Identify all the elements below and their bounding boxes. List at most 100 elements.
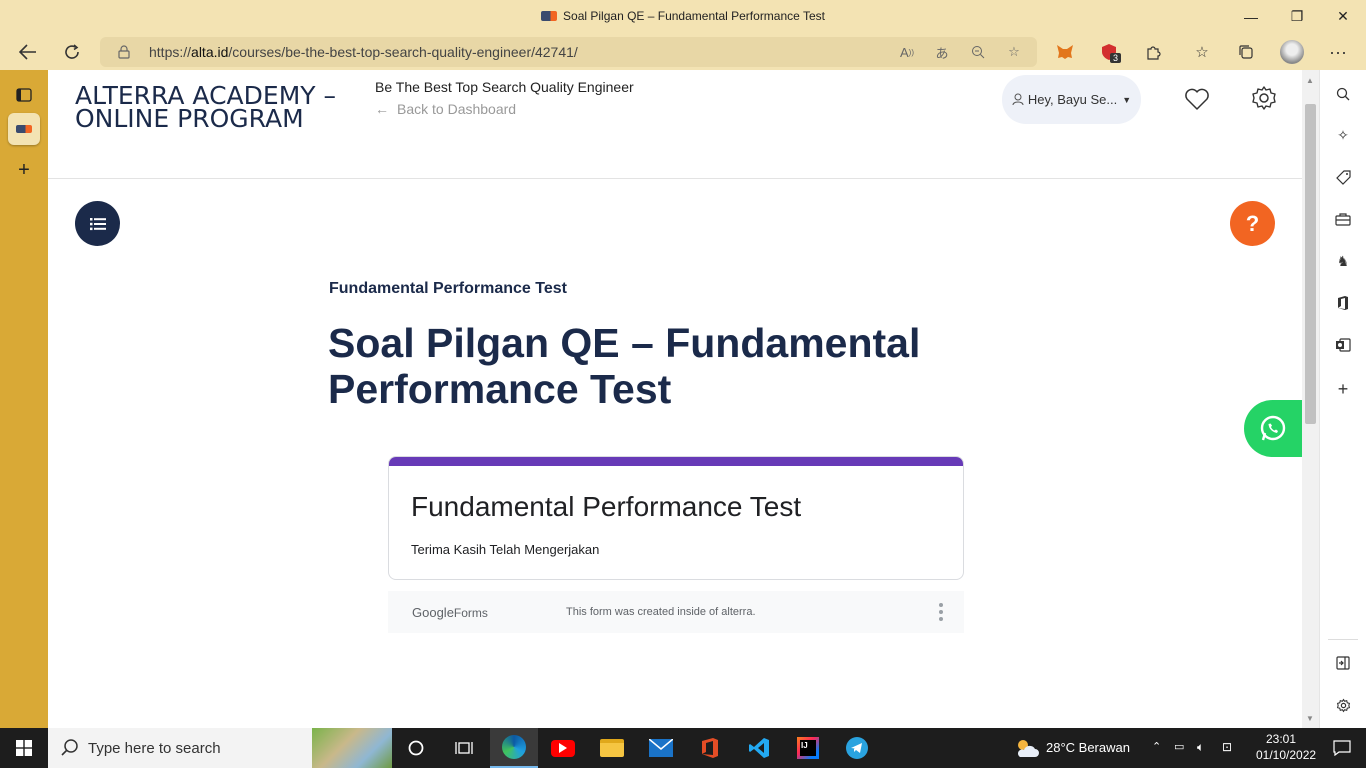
form-more-options-icon[interactable] <box>938 603 944 621</box>
scroll-down-icon[interactable]: ▼ <box>1306 714 1314 723</box>
help-button[interactable]: ? <box>1230 201 1275 246</box>
user-greeting: Hey, Bayu Se... <box>1027 92 1118 107</box>
read-aloud-icon[interactable]: A)) <box>895 41 919 63</box>
forms-wordmark: Forms <box>453 606 488 620</box>
page-title: Soal Pilgan QE – Fundamental Performance… <box>328 320 921 412</box>
course-menu-button[interactable] <box>75 201 120 246</box>
task-view-icon[interactable] <box>440 728 488 768</box>
windows-logo-icon <box>16 740 32 756</box>
back-link-label: Back to Dashboard <box>397 101 517 117</box>
sidebar-discover-icon[interactable]: ✧ <box>1332 124 1354 146</box>
browser-toolbar: https://alta.id/courses/be-the-best-top-… <box>0 33 1366 70</box>
site-favicon-icon <box>541 11 558 21</box>
file-explorer-icon[interactable] <box>588 728 636 768</box>
form-title: Fundamental Performance Test <box>411 491 802 522</box>
settings-gear-icon[interactable] <box>1250 84 1278 112</box>
add-favorite-icon[interactable]: ☆ <box>1002 41 1026 63</box>
close-button[interactable]: ✕ <box>1320 0 1366 33</box>
scrollbar-thumb[interactable] <box>1305 104 1316 424</box>
google-forms-footer: GoogleForms This form was created inside… <box>388 591 964 633</box>
office-app-icon[interactable] <box>686 728 734 768</box>
zoom-out-icon[interactable] <box>966 41 990 63</box>
sidebar-search-icon[interactable] <box>1332 83 1354 105</box>
window-title-text: Soal Pilgan QE – Fundamental Performance… <box>563 9 825 23</box>
more-menu-icon[interactable]: ··· <box>1325 39 1351 65</box>
start-button[interactable] <box>0 728 48 768</box>
youtube-app-icon[interactable] <box>539 728 587 768</box>
site-header: ALTERRA ACADEMY – ONLINE PROGRAM Be The … <box>48 70 1302 179</box>
google-forms-logo[interactable]: GoogleForms <box>412 605 488 620</box>
sidebar-shopping-tag-icon[interactable] <box>1332 166 1354 188</box>
vertical-tabs-strip: + <box>0 70 48 728</box>
sidebar-divider <box>1328 639 1358 640</box>
form-accent-bar <box>389 457 963 466</box>
wishlist-heart-icon[interactable] <box>1183 85 1211 113</box>
question-icon: ? <box>1245 210 1260 236</box>
search-icon <box>61 739 78 756</box>
tab-actions-icon[interactable] <box>8 79 40 111</box>
caret-down-icon: ▼ <box>1122 94 1132 105</box>
notifications-icon[interactable] <box>1318 728 1366 768</box>
sidebar-tools-briefcase-icon[interactable] <box>1332 208 1354 230</box>
clock-date: 01/10/2022 <box>1256 748 1317 762</box>
windows-taskbar: Type here to search IJ 28°C Berawan ⌃ ▭ … <box>0 728 1366 768</box>
tab-alterra-course[interactable] <box>8 113 40 145</box>
metamask-extension-icon[interactable] <box>1052 39 1078 65</box>
shield-extension-icon[interactable]: 3 <box>1096 39 1122 65</box>
cortana-icon[interactable] <box>392 728 440 768</box>
user-icon <box>1012 93 1024 106</box>
sidebar-hide-icon[interactable] <box>1332 652 1354 674</box>
telegram-app-icon[interactable] <box>833 728 881 768</box>
user-menu-button[interactable]: Hey, Bayu Se... ▼ <box>1002 75 1141 124</box>
back-to-dashboard-link[interactable]: ← Back to Dashboard <box>375 101 516 117</box>
refresh-button[interactable] <box>57 37 87 67</box>
system-clock[interactable]: 23:01 01/10/2022 <box>1256 731 1317 763</box>
weather-widget[interactable]: 28°C Berawan <box>1012 728 1142 768</box>
extension-badge: 3 <box>1110 53 1122 63</box>
vscode-app-icon[interactable] <box>735 728 783 768</box>
course-title: Be The Best Top Search Quality Engineer <box>375 79 634 95</box>
intellij-app-icon[interactable]: IJ <box>784 728 832 768</box>
web-page: ALTERRA ACADEMY – ONLINE PROGRAM Be The … <box>48 70 1302 728</box>
sidebar-outlook-icon[interactable] <box>1332 334 1354 356</box>
extensions-puzzle-icon[interactable] <box>1140 39 1166 65</box>
google-form-card: Fundamental Performance Test Terima Kasi… <box>388 456 964 580</box>
page-scrollbar[interactable]: ▲ ▼ <box>1302 70 1319 728</box>
tab-favicon-icon <box>16 125 32 133</box>
scroll-up-icon[interactable]: ▲ <box>1306 76 1314 85</box>
form-origin-note: This form was created inside of alterra. <box>566 606 756 618</box>
search-placeholder: Type here to search <box>88 740 221 757</box>
favorites-icon[interactable]: ☆ <box>1189 39 1215 65</box>
back-arrow-icon <box>19 44 36 60</box>
browser-sidebar: ✧ ♞ + <box>1319 70 1366 728</box>
breadcrumb: Fundamental Performance Test <box>329 280 567 297</box>
form-confirmation-message: Terima Kasih Telah Mengerjakan <box>411 542 600 557</box>
edge-app-icon[interactable] <box>490 728 538 768</box>
back-button[interactable] <box>13 37 43 67</box>
site-logo[interactable]: ALTERRA ACADEMY – ONLINE PROGRAM <box>75 83 355 131</box>
volume-icon[interactable]: 🔈︎ <box>1197 740 1204 755</box>
left-arrow-icon: ← <box>375 101 389 117</box>
profile-avatar[interactable] <box>1279 39 1305 65</box>
show-hidden-icons-icon[interactable]: ⌃ <box>1152 740 1161 753</box>
minimize-button[interactable]: — <box>1228 0 1274 33</box>
taskbar-search-box[interactable]: Type here to search <box>48 728 392 768</box>
battery-icon[interactable]: ▭ <box>1174 740 1184 753</box>
new-tab-button[interactable]: + <box>8 154 40 186</box>
url-text[interactable]: https://alta.id/courses/be-the-best-top-… <box>149 44 578 60</box>
restore-button[interactable]: ❐ <box>1274 0 1320 33</box>
google-wordmark: Google <box>412 605 454 620</box>
sidebar-add-icon[interactable]: + <box>1332 378 1354 400</box>
sidebar-games-icon[interactable]: ♞ <box>1332 250 1354 272</box>
translate-icon[interactable]: あ <box>930 41 954 63</box>
collections-icon[interactable] <box>1233 39 1259 65</box>
sidebar-settings-icon[interactable] <box>1332 694 1354 716</box>
mail-app-icon[interactable] <box>637 728 685 768</box>
window-title: Soal Pilgan QE – Fundamental Performance… <box>0 9 1366 23</box>
refresh-icon <box>65 44 79 59</box>
whatsapp-button[interactable] <box>1244 400 1302 457</box>
weather-cloud-sun-icon <box>1017 740 1039 757</box>
address-bar[interactable]: https://alta.id/courses/be-the-best-top-… <box>100 37 1037 67</box>
network-icon[interactable]: ⊡ <box>1222 740 1232 754</box>
sidebar-office-icon[interactable] <box>1332 292 1354 314</box>
